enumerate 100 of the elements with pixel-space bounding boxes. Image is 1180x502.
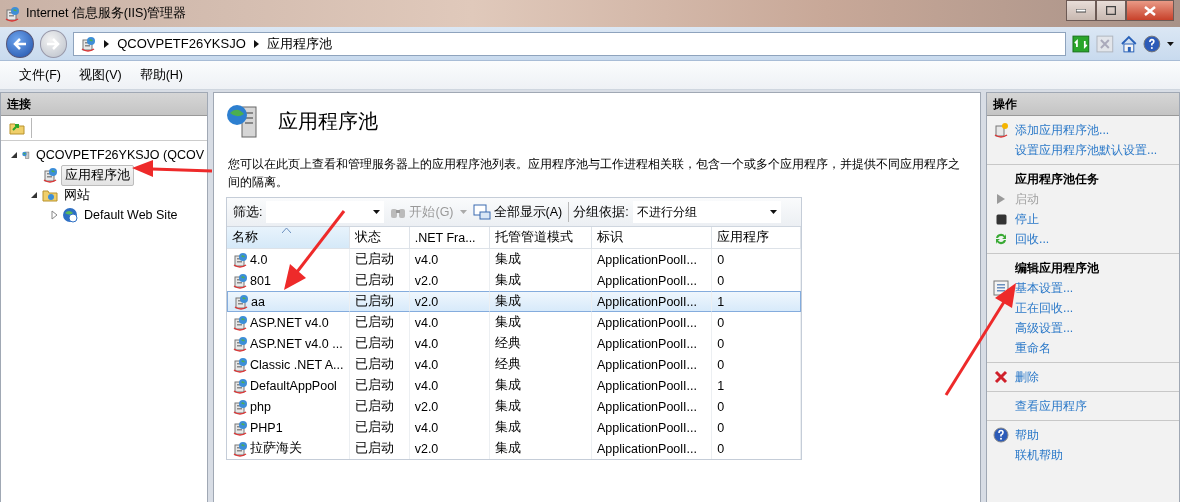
tree-item[interactable]: Default Web Site — [81, 207, 181, 223]
back-button[interactable] — [6, 29, 34, 58]
help-icon[interactable] — [1143, 34, 1162, 53]
action-link[interactable]: 联机帮助 — [1015, 446, 1063, 464]
pool-icon — [233, 293, 249, 310]
action-link[interactable]: 正在回收... — [1015, 299, 1074, 317]
action-link[interactable]: 基本设置... — [1015, 279, 1074, 297]
table-row[interactable]: ASP.NET v4.0 已启动 v4.0 集成 ApplicationPoolI... 0 — [227, 312, 801, 333]
table-cell: ApplicationPoolI... — [591, 270, 713, 291]
table-row[interactable]: DefaultAppPool 已启动 v4.0 集成 ApplicationPoolI... 1 — [227, 375, 801, 396]
address-field[interactable]: QCOVPETF26YKSJO 应用程序池 — [73, 31, 1067, 56]
page-title: 应用程序池 — [278, 108, 378, 134]
table-cell: 0 — [712, 270, 801, 291]
table-row[interactable]: PHP1 已启动 v4.0 集成 ApplicationPoolI... 0 — [227, 417, 801, 438]
pool-name[interactable]: 4.0 — [250, 252, 268, 267]
action-link[interactable]: 帮助 — [1015, 426, 1039, 444]
pool-icon — [42, 167, 58, 183]
action-link[interactable]: 停止 — [1015, 210, 1039, 228]
collapse-arrow-icon[interactable] — [9, 150, 19, 160]
close-button[interactable] — [1126, 0, 1174, 21]
column-header[interactable]: 名称 — [227, 227, 350, 249]
table-cell: 0 — [712, 249, 801, 270]
table-cell: 集成 — [490, 438, 592, 459]
settings-icon — [993, 280, 1009, 296]
expand-arrow-icon[interactable] — [49, 210, 59, 220]
pool-name[interactable]: Classic .NET A... — [250, 357, 344, 372]
table-cell: 集成 — [490, 375, 592, 396]
pool-name[interactable]: aa — [251, 294, 265, 309]
table-row[interactable]: 拉萨海关 已启动 v2.0 集成 ApplicationPoolI... 0 — [227, 438, 801, 459]
table-row[interactable]: aa 已启动 v2.0 集成 ApplicationPoolI... 1 — [227, 291, 801, 312]
table-cell: v4.0 — [409, 417, 490, 438]
table-cell: 已启动 — [349, 270, 410, 291]
group-by-dropdown[interactable]: 不进行分组 — [632, 201, 781, 223]
pool-name[interactable]: ASP.NET v4.0 ... — [250, 336, 343, 351]
column-header[interactable]: 应用程序 — [712, 227, 801, 249]
breadcrumb-item[interactable]: QCOVPETF26YKSJO — [117, 36, 246, 51]
column-header[interactable]: .NET Fra... — [409, 227, 490, 249]
refresh-icon[interactable] — [1072, 34, 1090, 53]
table-cell: 1 — [712, 291, 801, 312]
minimize-button[interactable] — [1066, 0, 1096, 21]
filter-field[interactable] — [266, 201, 385, 223]
table-row[interactable]: ASP.NET v4.0 ... 已启动 v4.0 经典 ApplicationPoolI... 0 — [227, 333, 801, 354]
tree-item[interactable]: 应用程序池 — [61, 164, 134, 186]
forward-button[interactable] — [39, 29, 68, 58]
pool-icon — [232, 377, 248, 394]
menu-item[interactable]: 帮助(H) — [132, 64, 190, 86]
table-cell: v2.0 — [409, 291, 490, 312]
table-cell: ApplicationPoolI... — [591, 354, 713, 375]
table-row[interactable]: Classic .NET A... 已启动 v4.0 经典 ApplicationPoolI... 0 — [227, 354, 801, 375]
dropdown-arrow-icon[interactable] — [1167, 41, 1174, 46]
table-cell: v4.0 — [409, 333, 490, 354]
pool-name[interactable]: 801 — [250, 273, 271, 288]
action-link[interactable]: 删除 — [1015, 368, 1039, 386]
pool-name[interactable]: PHP1 — [250, 420, 283, 435]
pool-name[interactable]: ASP.NET v4.0 — [250, 315, 329, 330]
pool-name[interactable]: DefaultAppPool — [250, 378, 337, 393]
table-row[interactable]: php 已启动 v2.0 集成 ApplicationPoolI... 0 — [227, 396, 801, 417]
tree-item[interactable]: QCOVPETF26YKSJO (QCOV — [32, 147, 207, 163]
table-cell: 已启动 — [349, 417, 410, 438]
breadcrumb-arrow-icon[interactable] — [253, 39, 259, 48]
close-icon — [1144, 5, 1156, 16]
action-link[interactable]: 重命名 — [1015, 339, 1051, 357]
action-link[interactable]: 设置应用程序池默认设置... — [1015, 141, 1158, 159]
pool-icon — [232, 251, 248, 268]
table-cell: 已启动 — [349, 375, 410, 396]
app-icon — [4, 5, 20, 22]
action-link[interactable]: 高级设置... — [1015, 319, 1074, 337]
table-cell: ApplicationPoolI... — [591, 249, 713, 270]
recycle-icon — [994, 232, 1008, 246]
breadcrumb-arrow-icon[interactable] — [104, 39, 110, 48]
column-header[interactable]: 状态 — [349, 227, 410, 249]
action-link[interactable]: 添加应用程序池... — [1015, 121, 1110, 139]
back-arrow-icon — [12, 37, 27, 50]
table-cell: v4.0 — [409, 249, 490, 270]
table-cell: 0 — [712, 417, 801, 438]
breadcrumb-item[interactable]: 应用程序池 — [266, 34, 332, 53]
maximize-button[interactable] — [1096, 0, 1126, 21]
table-cell: 集成 — [490, 312, 592, 333]
pool-name[interactable]: php — [250, 399, 271, 414]
tree-item[interactable]: 网站 — [61, 185, 93, 205]
action-link[interactable]: 回收... — [1015, 230, 1050, 248]
column-header[interactable]: 托管管道模式 — [490, 227, 592, 249]
pool-icon — [80, 35, 97, 52]
action-link[interactable]: 查看应用程序 — [1015, 397, 1087, 415]
table-cell: 已启动 — [349, 396, 410, 417]
pool-icon — [232, 356, 248, 373]
folder-icon — [42, 187, 58, 203]
menu-item[interactable]: 视图(V) — [71, 64, 129, 86]
collapse-arrow-icon[interactable] — [29, 190, 39, 200]
add-pool-icon — [993, 122, 1009, 138]
table-cell: 经典 — [490, 354, 592, 375]
pool-name[interactable]: 拉萨海关 — [250, 440, 302, 457]
table-cell: v4.0 — [409, 375, 490, 396]
home-icon[interactable] — [1119, 34, 1138, 53]
connect-icon[interactable] — [9, 120, 25, 136]
menu-item[interactable]: 文件(F) — [12, 64, 68, 86]
table-cell: ApplicationPoolI... — [591, 375, 713, 396]
help-icon — [993, 427, 1009, 443]
show-all-button[interactable]: 全部显示(A) — [470, 201, 565, 223]
column-header[interactable]: 标识 — [591, 227, 713, 249]
